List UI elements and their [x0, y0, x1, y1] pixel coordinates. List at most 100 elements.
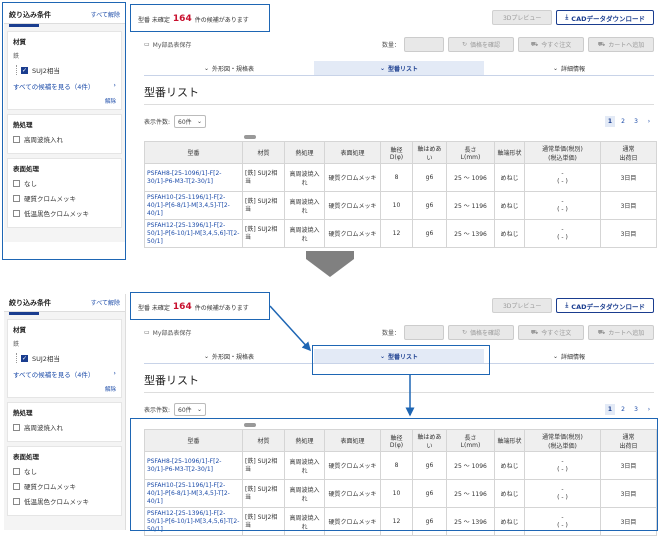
- col-header[interactable]: 型番: [144, 429, 243, 452]
- checkbox-icon[interactable]: [13, 467, 20, 475]
- add-to-cart-button[interactable]: ⛟ カートへ追加: [588, 37, 654, 52]
- col-header[interactable]: 長さ L(mm): [446, 429, 495, 452]
- col-header[interactable]: 長さ L(mm): [446, 141, 495, 164]
- page-link[interactable]: 2: [618, 404, 628, 415]
- table-row[interactable]: PSFAH8-[25-1096/1]-F[2- 30/1]-P6-M3-T[2-3…: [144, 163, 657, 192]
- col-header[interactable]: 材質: [242, 429, 285, 452]
- page-link[interactable]: 3: [631, 116, 641, 127]
- cad-download-label: CADデータダウンロード: [571, 14, 645, 23]
- col-header[interactable]: 型番: [144, 141, 243, 164]
- filter-clear-link[interactable]: 解除: [13, 385, 116, 393]
- pagination: 1 2 3 ›: [605, 115, 654, 127]
- quantity-input[interactable]: [404, 37, 444, 52]
- filter-option-none[interactable]: なし: [13, 178, 116, 188]
- checkbox-icon[interactable]: [13, 179, 20, 187]
- page-link[interactable]: 2: [618, 116, 628, 127]
- display-count-select[interactable]: 60件 ⌄: [174, 402, 207, 416]
- col-header-line: (税込単価): [548, 442, 577, 450]
- table-row[interactable]: PSFAH12-[25-1396/1]-F[2- 50/1]-P[6-10/1]-…: [144, 507, 657, 536]
- part-number-link[interactable]: PSFAH10-[25-1196/1]-F[2- 40/1]-P[6-8/1]-M…: [144, 479, 243, 508]
- table-row[interactable]: PSFAH10-[25-1196/1]-F[2- 40/1]-P[6-8/1]-M…: [144, 191, 657, 220]
- horizontal-scroll-handle[interactable]: [244, 135, 256, 139]
- clear-all-link[interactable]: すべて解除: [91, 10, 120, 19]
- cad-download-button[interactable]: ⤓ CADデータダウンロード: [556, 298, 654, 313]
- col-header[interactable]: 軸径 D(φ): [380, 429, 413, 452]
- 3d-preview-button[interactable]: 3Dプレビュー: [491, 298, 553, 313]
- col-header[interactable]: 表面処理: [324, 429, 381, 452]
- order-now-button[interactable]: ⛟ 今すぐ注文: [518, 37, 584, 52]
- display-count-select[interactable]: 60件 ⌄: [174, 114, 207, 128]
- checkbox-icon[interactable]: [13, 135, 20, 143]
- col-header-ship[interactable]: 通常 出荷日: [600, 429, 657, 452]
- page-link[interactable]: 1: [605, 115, 615, 127]
- quantity-input[interactable]: [404, 325, 444, 340]
- filter-option-none[interactable]: なし: [13, 466, 116, 476]
- order-now-button[interactable]: ⛟ 今すぐ注文: [518, 325, 584, 340]
- tab-details[interactable]: ⌄ 詳細情報: [484, 61, 654, 75]
- horizontal-scroll-handle[interactable]: [244, 423, 256, 427]
- checkbox-checked-icon[interactable]: ✓: [21, 354, 28, 362]
- checkbox-icon[interactable]: [13, 482, 20, 490]
- col-header[interactable]: 材質: [242, 141, 285, 164]
- part-number-link[interactable]: PSFAH10-[25-1196/1]-F[2- 40/1]-P[6-8/1]-M…: [144, 191, 243, 220]
- cad-download-button[interactable]: ⤓ CADデータダウンロード: [556, 10, 654, 25]
- filter-option-black-chrome[interactable]: 低温黒色クロムメッキ: [13, 496, 116, 506]
- part-number-link[interactable]: PSFAH12-[25-1396/1]-F[2- 50/1]-P[6-10/1]-…: [144, 219, 243, 248]
- 3d-preview-button[interactable]: 3Dプレビュー: [491, 10, 553, 25]
- checkbox-icon[interactable]: [13, 194, 20, 202]
- tab-part-list[interactable]: ⌄ 型番リスト: [314, 61, 484, 75]
- col-header[interactable]: 熱処理: [284, 429, 325, 452]
- diameter-cell: 10: [380, 191, 413, 220]
- checkbox-icon[interactable]: [13, 497, 20, 505]
- col-header[interactable]: 軸径 D(φ): [380, 141, 413, 164]
- filter-option-suj2[interactable]: ✓ SUJ2相当: [21, 65, 116, 75]
- tab-part-list[interactable]: ⌄ 型番リスト: [314, 349, 484, 363]
- table-row[interactable]: PSFAH8-[25-1096/1]-F[2- 30/1]-P6-M3-T[2-3…: [144, 451, 657, 480]
- filter-option-hard-chrome[interactable]: 硬質クロムメッキ: [13, 193, 116, 203]
- col-header[interactable]: 軸端形状: [494, 141, 525, 164]
- pn-line: 30/1]-P6-M3-T[2-30/1]: [147, 465, 213, 473]
- checkbox-icon[interactable]: [13, 209, 20, 217]
- tab-details[interactable]: ⌄ 詳細情報: [484, 349, 654, 363]
- display-count-value: 60件: [178, 118, 192, 126]
- clear-all-link[interactable]: すべて解除: [91, 298, 120, 307]
- col-header[interactable]: 表面処理: [324, 141, 381, 164]
- filter-option-hard-chrome[interactable]: 硬質クロムメッキ: [13, 481, 116, 491]
- col-header-price[interactable]: 通常単価(税別) (税込単価): [524, 141, 601, 164]
- col-header[interactable]: 軸はめあい: [412, 141, 447, 164]
- tab-drawing[interactable]: ⌄ 外形図・規格表: [144, 349, 314, 363]
- mypart-save-link[interactable]: ▭ My部品表保存: [144, 328, 191, 337]
- checkbox-icon[interactable]: [13, 423, 20, 431]
- check-price-button[interactable]: ↻ 価格を確認: [448, 37, 514, 52]
- table-row[interactable]: PSFAH10-[25-1196/1]-F[2- 40/1]-P[6-8/1]-M…: [144, 479, 657, 508]
- screenshot-after: 絞り込み条件 すべて解除 材質 鉄 ✓ SUJ2相当 すべての候補を見る（4件） ›…: [0, 288, 660, 536]
- part-number-link[interactable]: PSFAH8-[25-1096/1]-F[2- 30/1]-P6-M3-T[2-3…: [144, 163, 243, 192]
- filter-option-induction[interactable]: 高周波焼入れ: [13, 422, 116, 432]
- filter-option-induction[interactable]: 高周波焼入れ: [13, 134, 116, 144]
- filter-option-black-chrome[interactable]: 低温黒色クロムメッキ: [13, 208, 116, 218]
- check-price-button[interactable]: ↻ 価格を確認: [448, 325, 514, 340]
- add-to-cart-button[interactable]: ⛟ カートへ追加: [588, 325, 654, 340]
- chevron-right-icon[interactable]: ›: [644, 404, 654, 415]
- mypart-save-link[interactable]: ▭ My部品表保存: [144, 40, 191, 49]
- part-number-link[interactable]: PSFAH12-[25-1396/1]-F[2- 50/1]-P[6-10/1]-…: [144, 507, 243, 536]
- part-number-link[interactable]: PSFAH8-[25-1096/1]-F[2- 30/1]-P6-M3-T[2-3…: [144, 451, 243, 480]
- col-header-ship[interactable]: 通常 出荷日: [600, 141, 657, 164]
- filter-option-suj2[interactable]: ✓ SUJ2相当: [21, 353, 116, 363]
- col-header[interactable]: 軸はめあい: [412, 429, 447, 452]
- table-row[interactable]: PSFAH12-[25-1396/1]-F[2- 50/1]-P[6-10/1]-…: [144, 219, 657, 248]
- chevron-right-icon[interactable]: ›: [644, 116, 654, 127]
- see-all-candidates-link[interactable]: すべての候補を見る（4件） ›: [13, 369, 116, 379]
- checkbox-checked-icon[interactable]: ✓: [21, 66, 28, 74]
- count-prefix: 型番 未確定: [138, 304, 170, 312]
- see-all-candidates-link[interactable]: すべての候補を見る（4件） ›: [13, 81, 116, 91]
- filter-clear-link[interactable]: 解除: [13, 97, 116, 105]
- page-link[interactable]: 3: [631, 404, 641, 415]
- tab-drawing[interactable]: ⌄ 外形図・規格表: [144, 61, 314, 75]
- filter-heat: 熱処理 高周波焼入れ: [7, 402, 122, 442]
- col-header-price[interactable]: 通常単価(税別) (税込単価): [524, 429, 601, 452]
- quantity-label: 数量：: [381, 42, 400, 49]
- page-link[interactable]: 1: [605, 403, 615, 415]
- col-header[interactable]: 熱処理: [284, 141, 325, 164]
- col-header[interactable]: 軸端形状: [494, 429, 525, 452]
